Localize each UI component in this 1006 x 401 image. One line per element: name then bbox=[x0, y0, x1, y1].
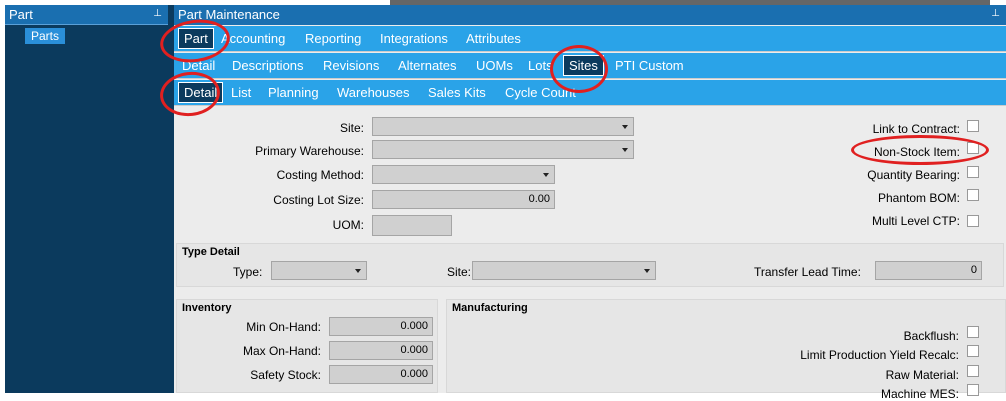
min-on-hand-label: Min On-Hand: bbox=[246, 320, 321, 334]
max-on-hand-label: Max On-Hand: bbox=[242, 344, 321, 358]
primary-warehouse-label: Primary Warehouse: bbox=[255, 144, 364, 158]
tab-planning[interactable]: Planning bbox=[268, 85, 319, 100]
tab-warehouses[interactable]: Warehouses bbox=[337, 85, 410, 100]
min-on-hand-input[interactable]: 0.000 bbox=[329, 317, 433, 336]
backflush-checkbox[interactable] bbox=[967, 326, 979, 338]
pin-icon[interactable]: ⊥ bbox=[991, 8, 1000, 19]
tab-sites[interactable]: Sites bbox=[563, 55, 604, 76]
non-stock-item-checkbox[interactable] bbox=[967, 142, 979, 154]
type-site-select[interactable] bbox=[472, 261, 656, 280]
tab-accounting[interactable]: Accounting bbox=[221, 31, 285, 46]
main-panel: Part Maintenance ⊥ Part Accounting Repor… bbox=[174, 5, 1006, 401]
pin-icon[interactable]: ⊥ bbox=[153, 8, 162, 19]
costing-lot-size-input[interactable]: 0.00 bbox=[372, 190, 555, 209]
transfer-lead-time-input[interactable]: 0 bbox=[875, 261, 982, 280]
type-detail-title: Type Detail bbox=[182, 246, 240, 258]
type-label: Type: bbox=[233, 265, 263, 279]
type-site-label: Site: bbox=[447, 265, 472, 279]
quantity-bearing-label: Quantity Bearing: bbox=[867, 168, 960, 182]
link-to-contract-label: Link to Contract: bbox=[872, 122, 960, 136]
costing-method-label: Costing Method: bbox=[276, 168, 364, 182]
safety-stock-label: Safety Stock: bbox=[250, 368, 321, 382]
tab-pti-custom[interactable]: PTI Custom bbox=[615, 58, 684, 73]
left-panel-title: Part bbox=[9, 7, 33, 22]
tab-reporting[interactable]: Reporting bbox=[305, 31, 361, 46]
tab-detail[interactable]: Detail bbox=[182, 58, 215, 73]
raw-material-checkbox[interactable] bbox=[967, 365, 979, 377]
inventory-title: Inventory bbox=[182, 302, 232, 314]
multi-level-ctp-checkbox[interactable] bbox=[967, 215, 979, 227]
main-panel-header: Part Maintenance ⊥ bbox=[174, 5, 1006, 25]
limit-yield-checkbox[interactable] bbox=[967, 345, 979, 357]
main-panel-title: Part Maintenance bbox=[178, 7, 280, 22]
tab-sales-kits[interactable]: Sales Kits bbox=[428, 85, 486, 100]
machine-mes-checkbox[interactable] bbox=[967, 384, 979, 396]
raw-material-label: Raw Material: bbox=[885, 368, 959, 382]
manufacturing-section: Manufacturing Backflush: Limit Productio… bbox=[446, 299, 1006, 401]
uom-input[interactable] bbox=[372, 215, 452, 236]
tab-cycle-count[interactable]: Cycle Count bbox=[505, 85, 576, 100]
phantom-bom-checkbox[interactable] bbox=[967, 189, 979, 201]
tab-row-2: Detail Descriptions Revisions Alternates… bbox=[174, 53, 1006, 79]
tab-alternates[interactable]: Alternates bbox=[398, 58, 457, 73]
uom-label: UOM: bbox=[332, 218, 364, 232]
tab-attributes[interactable]: Attributes bbox=[466, 31, 521, 46]
tab-sites-detail[interactable]: Detail bbox=[178, 82, 224, 103]
tab-list[interactable]: List bbox=[231, 85, 251, 100]
primary-warehouse-select[interactable] bbox=[372, 140, 634, 159]
transfer-lead-time-label: Transfer Lead Time: bbox=[754, 265, 861, 279]
site-label: Site: bbox=[339, 121, 364, 135]
tab-integrations[interactable]: Integrations bbox=[380, 31, 448, 46]
phantom-bom-label: Phantom BOM: bbox=[877, 191, 960, 205]
multi-level-ctp-label: Multi Level CTP: bbox=[871, 214, 960, 228]
tab-row-3: Detail List Planning Warehouses Sales Ki… bbox=[174, 80, 1006, 106]
tab-part[interactable]: Part bbox=[178, 28, 214, 49]
manufacturing-title: Manufacturing bbox=[452, 302, 528, 314]
tab-revisions[interactable]: Revisions bbox=[323, 58, 379, 73]
machine-mes-label: Machine MES: bbox=[880, 387, 959, 401]
link-to-contract-checkbox[interactable] bbox=[967, 120, 979, 132]
type-select[interactable] bbox=[271, 261, 367, 280]
costing-lot-size-label: Costing Lot Size: bbox=[273, 193, 364, 207]
left-panel: Part ⊥ Parts bbox=[5, 5, 168, 393]
inventory-section: Inventory Min On-Hand: 0.000 Max On-Hand… bbox=[176, 299, 438, 393]
quantity-bearing-checkbox[interactable] bbox=[967, 166, 979, 178]
backflush-label: Backflush: bbox=[903, 329, 959, 343]
max-on-hand-input[interactable]: 0.000 bbox=[329, 341, 433, 360]
site-select[interactable] bbox=[372, 117, 634, 136]
non-stock-item-label: Non-Stock Item: bbox=[873, 145, 960, 159]
tab-lots[interactable]: Lots bbox=[528, 58, 553, 73]
tab-descriptions[interactable]: Descriptions bbox=[232, 58, 304, 73]
tab-uoms[interactable]: UOMs bbox=[476, 58, 513, 73]
costing-method-select[interactable] bbox=[372, 165, 555, 184]
limit-yield-label: Limit Production Yield Recalc: bbox=[800, 348, 959, 362]
tree-item-parts[interactable]: Parts bbox=[25, 28, 66, 44]
left-panel-header: Part ⊥ bbox=[5, 5, 168, 25]
safety-stock-input[interactable]: 0.000 bbox=[329, 365, 433, 384]
type-detail-section: Type Detail Type: Site: Transfer Lead Ti… bbox=[176, 243, 1004, 287]
tab-row-1: Part Accounting Reporting Integrations A… bbox=[174, 26, 1006, 52]
